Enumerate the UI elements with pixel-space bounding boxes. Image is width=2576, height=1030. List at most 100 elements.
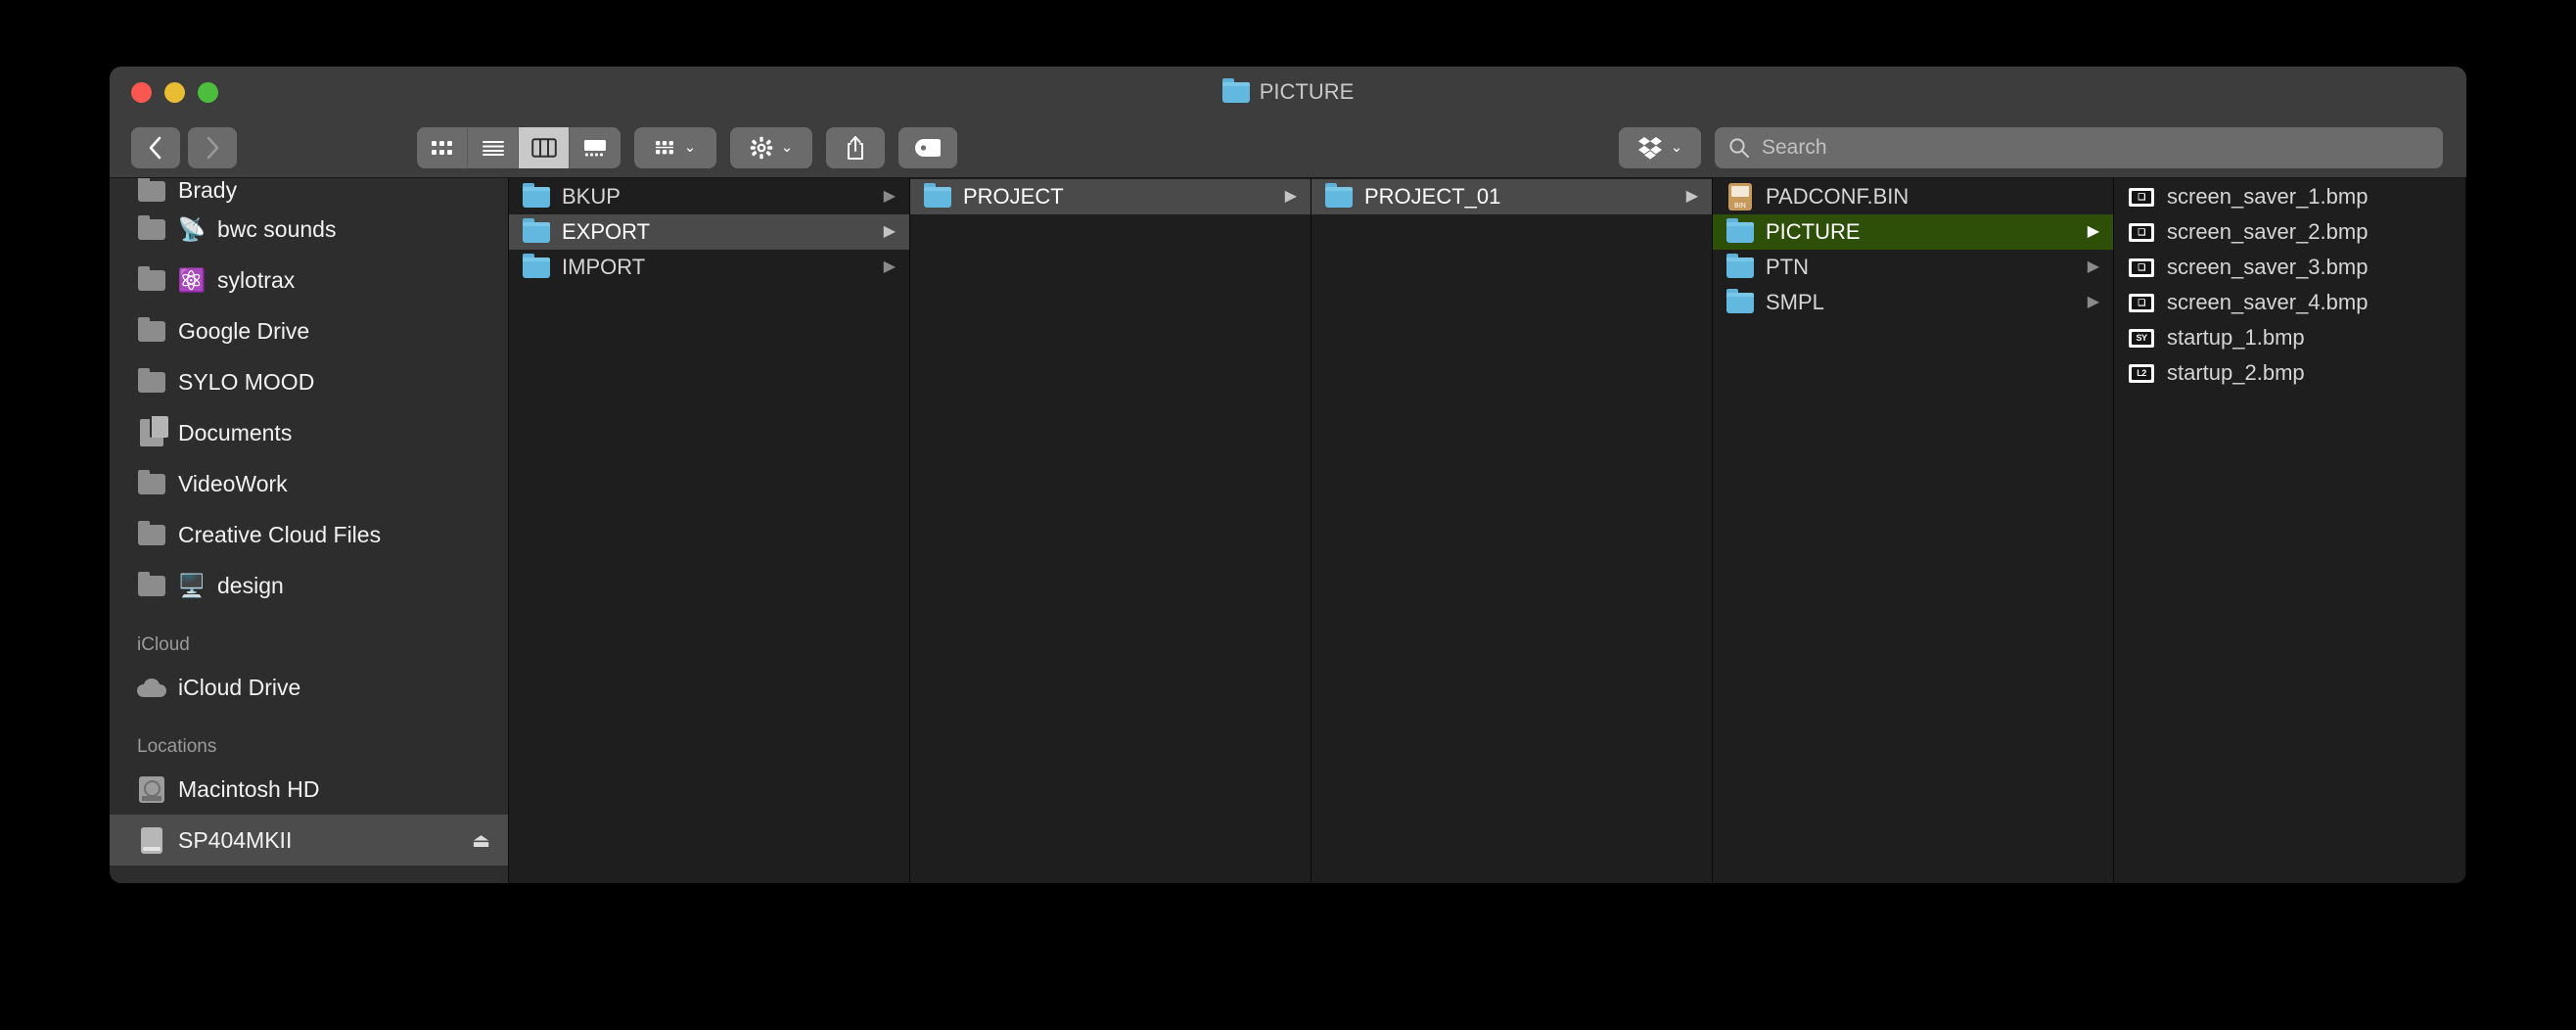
disk-icon — [137, 826, 166, 854]
folder-glyph — [1726, 288, 1754, 313]
disclosure-arrow-icon[interactable]: ▶ — [884, 224, 896, 240]
column-item[interactable]: SY startup_1.bmp — [2114, 320, 2465, 355]
sidebar-item-label: Google Drive — [178, 317, 310, 344]
column-item[interactable]: ❑ screen_saver_1.bmp — [2114, 179, 2465, 214]
column-item[interactable]: EXPORT ▶ — [509, 214, 909, 250]
folder-icon — [137, 214, 166, 242]
share-button[interactable] — [826, 126, 885, 168]
forward-button[interactable] — [188, 126, 237, 168]
sidebar-header-icloud: iCloud — [137, 634, 190, 655]
column-item[interactable]: SMPL ▶ — [1713, 285, 2113, 320]
folder-icon-glyph — [138, 367, 165, 393]
close-button[interactable] — [131, 81, 152, 103]
search-icon — [1729, 137, 1749, 158]
sidebar-item-macintosh-hd[interactable]: Macintosh HD — [110, 764, 508, 815]
column-browser: BKUP▶EXPORT▶IMPORT▶PROJECT▶PROJECT_01▶PA… — [509, 178, 2466, 883]
column-view-button[interactable] — [519, 126, 570, 168]
folder-icon — [523, 253, 550, 278]
column-item[interactable]: ❑ screen_saver_4.bmp — [2114, 285, 2465, 320]
column-item[interactable]: L2 startup_2.bmp — [2114, 355, 2465, 391]
search-input[interactable] — [1762, 135, 2429, 160]
icon-view-button[interactable] — [417, 126, 468, 168]
bmp-thumbnail-content: ❑ — [2132, 296, 2151, 309]
sidebar-item-sylo-mood[interactable]: SYLO MOOD — [110, 356, 508, 407]
disclosure-arrow-icon[interactable]: ▶ — [1686, 189, 1698, 205]
column-5[interactable]: ❑ screen_saver_1.bmp ❑ screen_saver_2.bmp ❑ s… — [2114, 178, 2466, 883]
column-item[interactable]: PTN ▶ — [1713, 250, 2113, 285]
sidebar-item-bwc-sounds[interactable]: 📡 bwc sounds — [110, 204, 508, 255]
search-field[interactable] — [1715, 126, 2443, 168]
group-by-button[interactable]: ⌄ — [634, 126, 716, 168]
sidebar-item-label: iCloud Drive — [178, 674, 301, 700]
sidebar-item-icloud-drive[interactable]: iCloud Drive — [110, 662, 508, 713]
sidebar-item-videowork[interactable]: VideoWork — [110, 458, 508, 509]
sidebar[interactable]: Brady 📡 bwc sounds ⚛️ sylotrax Google Drive SY… — [110, 178, 509, 883]
sidebar-item-emoji: ⚛️ — [177, 266, 207, 293]
dropbox-button[interactable]: ⌄ — [1619, 126, 1701, 168]
sidebar-item-creative-cloud-files[interactable]: Creative Cloud Files — [110, 509, 508, 560]
sidebar-item-label: Creative Cloud Files — [178, 521, 382, 547]
column-item[interactable]: IMPORT ▶ — [509, 250, 909, 285]
bmp-thumbnail-content: ❑ — [2132, 190, 2151, 204]
sidebar-item-design[interactable]: 🖥️ design — [110, 560, 508, 611]
folder-icon — [137, 571, 166, 598]
minimize-button[interactable] — [164, 81, 185, 103]
sidebar-header-locations: Locations — [137, 736, 217, 757]
eject-icon[interactable]: ⏏ — [472, 828, 490, 853]
disclosure-arrow-icon[interactable]: ▶ — [2088, 259, 2099, 275]
folder-icon — [137, 178, 166, 204]
column-item[interactable]: BKUP ▶ — [509, 179, 909, 214]
window-titlebar: PICTURE — [110, 67, 2466, 117]
disclosure-arrow-icon[interactable]: ▶ — [1285, 189, 1297, 205]
column-item[interactable]: PADCONF.BIN — [1713, 179, 2113, 214]
column-1[interactable]: BKUP ▶ EXPORT ▶ IMPORT ▶ — [509, 178, 910, 883]
gallery-view-button[interactable] — [570, 127, 621, 168]
bmp-thumbnail: ❑ — [2129, 258, 2154, 277]
bmp-thumbnail-content: ❑ — [2132, 225, 2151, 239]
folder-glyph — [1325, 182, 1353, 208]
bmp-thumbnail-content: L2 — [2132, 366, 2151, 380]
column-item[interactable]: ❑ screen_saver_2.bmp — [2114, 214, 2465, 250]
sidebar-favorites-section: Brady 📡 bwc sounds ⚛️ sylotrax Google Drive SY… — [110, 178, 508, 611]
view-mode-segmented-control — [417, 126, 621, 168]
folder-icon — [137, 316, 166, 344]
disclosure-arrow-icon[interactable]: ▶ — [884, 189, 896, 205]
sidebar-item-sp404mkii[interactable]: SP404MKII ⏏ — [110, 815, 508, 866]
column-item-label: PICTURE — [1766, 219, 1861, 244]
column-item[interactable]: ❑ screen_saver_3.bmp — [2114, 250, 2465, 285]
disclosure-arrow-icon[interactable]: ▶ — [2088, 295, 2099, 310]
tags-button[interactable] — [898, 126, 957, 168]
list-view-button[interactable] — [468, 126, 519, 168]
action-menu-button[interactable]: ⌄ — [730, 126, 812, 168]
harddisk-icon — [137, 775, 166, 803]
finder-window: PICTURE ⌄ ⌄ ⌄ Search Brady 📡 bwc sounds … — [110, 67, 2466, 883]
back-button[interactable] — [131, 126, 180, 168]
disclosure-arrow-icon[interactable]: ▶ — [2088, 224, 2099, 240]
sidebar-item-sylotrax[interactable]: ⚛️ sylotrax — [110, 255, 508, 305]
disclosure-arrow-icon[interactable]: ▶ — [884, 259, 896, 275]
column-item[interactable]: PROJECT ▶ — [910, 179, 1311, 214]
folder-icon — [1726, 253, 1754, 278]
sidebar-item-brady[interactable]: Brady — [110, 178, 508, 204]
column-item[interactable]: PICTURE ▶ — [1713, 214, 2113, 250]
folder-icon-glyph — [138, 178, 165, 202]
sidebar-item-label: SP404MKII — [178, 826, 293, 853]
sidebar-item-google-drive[interactable]: Google Drive — [110, 305, 508, 356]
folder-icon — [137, 520, 166, 547]
folder-icon-glyph — [138, 520, 165, 545]
sidebar-item-label: bwc sounds — [217, 215, 337, 242]
harddisk-icon-glyph — [139, 775, 164, 803]
column-item[interactable]: PROJECT_01 ▶ — [1311, 179, 1712, 214]
column-3[interactable]: PROJECT_01 ▶ — [1311, 178, 1713, 883]
folder-icon — [523, 217, 550, 243]
sidebar-item-label: sylotrax — [217, 266, 296, 293]
zoom-button[interactable] — [198, 81, 218, 103]
sidebar-icloud-section: iCloud Drive — [110, 662, 508, 713]
cloud-icon-glyph — [137, 678, 166, 697]
bmp-file-icon: ❑ — [2128, 258, 2155, 277]
folder-icon — [1726, 217, 1754, 243]
column-2[interactable]: PROJECT ▶ — [910, 178, 1311, 883]
sidebar-item-documents[interactable]: Documents — [110, 407, 508, 458]
column-4[interactable]: PADCONF.BIN PICTURE ▶ PTN ▶ SMPL ▶ — [1713, 178, 2114, 883]
bin-glyph — [1728, 183, 1752, 211]
